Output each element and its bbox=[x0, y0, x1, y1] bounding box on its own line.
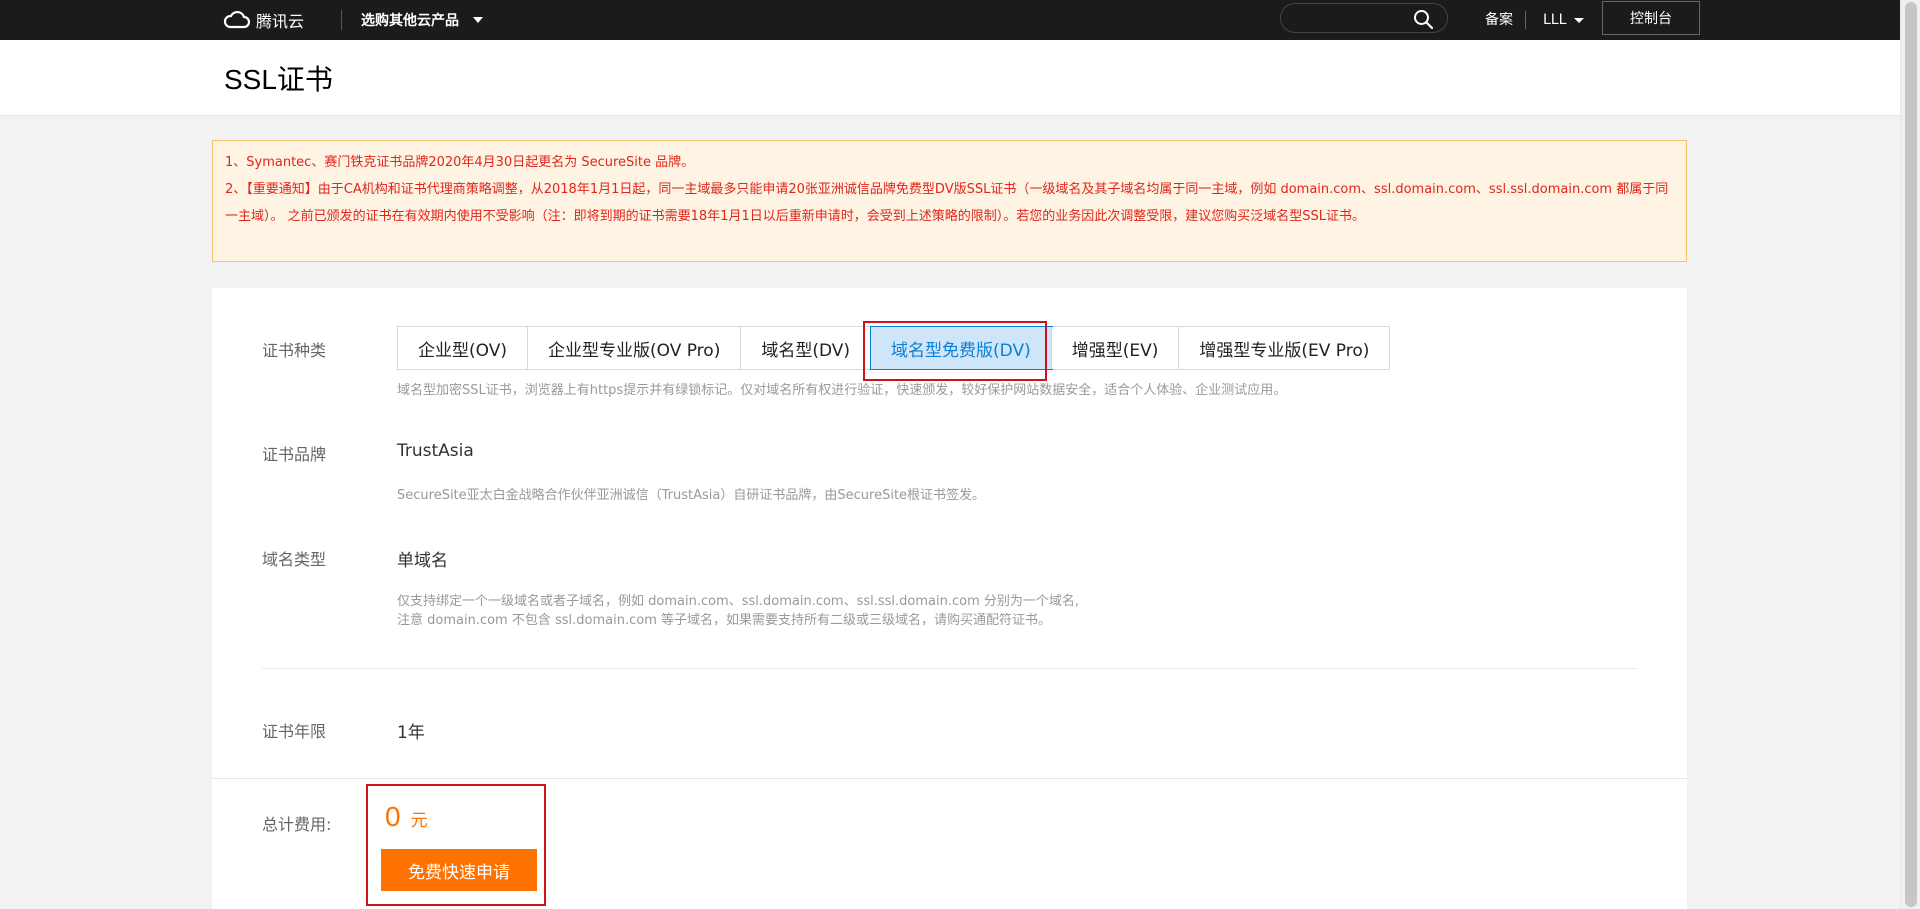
price-amount: 0 bbox=[385, 801, 401, 832]
total-cost-label: 总计费用: bbox=[262, 815, 332, 834]
brand-logo[interactable]: 腾讯云 bbox=[222, 8, 304, 32]
beian-link[interactable]: 备案 bbox=[1485, 8, 1513, 32]
nav-divider bbox=[341, 10, 342, 30]
page-title: SSL证书 bbox=[224, 64, 333, 95]
certificate-form-panel: 证书种类 企业型(OV) 企业型专业版(OV Pro) 域名型(DV) 域名型免… bbox=[212, 288, 1687, 778]
domain-type-value: 单域名 bbox=[397, 551, 448, 571]
section-divider bbox=[262, 668, 1637, 669]
domain-hint-line-2: 注意 domain.com 不包含 ssl.domain.com 等子域名，如果… bbox=[397, 613, 1051, 628]
cert-type-dv-free[interactable]: 域名型免费版(DV) bbox=[870, 326, 1053, 370]
user-menu[interactable]: LLL bbox=[1543, 8, 1585, 32]
vertical-scrollbar[interactable] bbox=[1900, 0, 1920, 909]
search-box[interactable] bbox=[1280, 3, 1448, 33]
search-icon[interactable] bbox=[1413, 9, 1433, 29]
order-summary-bar: 总计费用: 0 元 免费快速申请 bbox=[212, 778, 1687, 909]
notice-banner: 1、Symantec、赛门铁克证书品牌2020年4月30日起更名为 Secure… bbox=[212, 140, 1687, 262]
domain-hint-line-1: 仅支持绑定一个一级域名或者子域名，例如 domain.com、ssl.domai… bbox=[397, 594, 1080, 609]
brand-value: TrustAsia bbox=[397, 441, 474, 461]
brand-name: 腾讯云 bbox=[256, 12, 305, 31]
cert-type-dv[interactable]: 域名型(DV) bbox=[741, 327, 872, 369]
cert-type-ev[interactable]: 增强型(EV) bbox=[1051, 327, 1180, 369]
chevron-down-icon bbox=[1574, 17, 1585, 23]
brand-label: 证书品牌 bbox=[262, 445, 327, 464]
chevron-down-icon bbox=[473, 17, 483, 23]
notice-line-2: 2、【重要通知】由于CA机构和证书代理商策略调整，从2018年1月1日起，同一主… bbox=[225, 182, 1669, 224]
term-value: 1年 bbox=[397, 723, 425, 743]
console-button[interactable]: 控制台 bbox=[1602, 1, 1700, 35]
cloud-icon bbox=[223, 10, 251, 29]
term-label: 证书年限 bbox=[262, 722, 327, 741]
user-name: LLL bbox=[1543, 12, 1567, 28]
cert-type-selector: 企业型(OV) 企业型专业版(OV Pro) 域名型(DV) 域名型免费版(DV… bbox=[397, 326, 1391, 370]
top-nav-bar: 腾讯云 选购其他云产品 备案 LLL 控制台 bbox=[0, 0, 1900, 40]
domain-type-label: 域名类型 bbox=[262, 550, 327, 569]
cert-type-label: 证书种类 bbox=[262, 341, 327, 360]
page-header: SSL证书 bbox=[0, 40, 1900, 116]
cert-type-ov[interactable]: 企业型(OV) bbox=[398, 327, 528, 369]
search-input[interactable] bbox=[1295, 9, 1405, 27]
products-menu-label: 选购其他云产品 bbox=[361, 13, 459, 29]
cert-type-ov-pro[interactable]: 企业型专业版(OV Pro) bbox=[527, 327, 742, 369]
products-menu[interactable]: 选购其他云产品 bbox=[361, 8, 483, 32]
notice-line-1: 1、Symantec、赛门铁克证书品牌2020年4月30日起更名为 Secure… bbox=[225, 155, 695, 170]
scrollbar-thumb[interactable] bbox=[1905, 2, 1917, 907]
price-unit: 元 bbox=[410, 811, 428, 831]
total-price: 0 元 bbox=[385, 801, 428, 833]
cert-type-ev-pro[interactable]: 增强型专业版(EV Pro) bbox=[1179, 327, 1390, 369]
free-apply-button[interactable]: 免费快速申请 bbox=[381, 849, 537, 891]
nav-separator bbox=[1525, 11, 1526, 29]
brand-hint: SecureSite亚太白金战略合作伙伴亚洲诚信（TrustAsia）自研证书品… bbox=[397, 488, 986, 503]
cert-type-hint: 域名型加密SSL证书，浏览器上有https提示并有绿锁标记。仅对域名所有权进行验… bbox=[397, 383, 1287, 398]
